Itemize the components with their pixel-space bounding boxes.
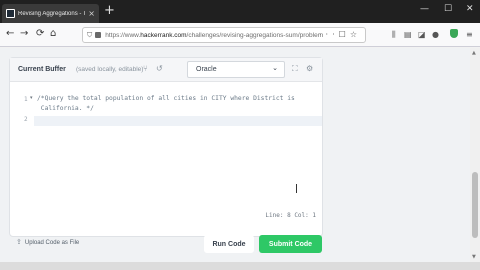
extension-shield-icon[interactable] — [450, 29, 458, 38]
settings-icon[interactable]: ⚙ — [306, 64, 313, 73]
account-icon[interactable]: ● — [432, 30, 439, 39]
cursor-position-status: Line: 8 Col: 1 — [265, 212, 316, 219]
back-icon[interactable]: ← — [6, 28, 14, 39]
line-gutter: 1 ▾ 2 — [10, 83, 33, 223]
line-number: 1 — [24, 96, 28, 103]
browser-tab-strip: Revising Aggregations - The S × + — ☐ ✕ — [0, 0, 480, 23]
fold-marker-icon[interactable]: ▾ — [30, 95, 33, 101]
page-content: Current Buffer (saved locally, editable)… — [0, 48, 470, 262]
branch-icon[interactable]: ⑂ — [143, 64, 148, 73]
new-tab-button[interactable]: + — [104, 3, 115, 18]
upload-icon: ⇪ — [16, 239, 22, 246]
code-line[interactable]: /*Query the total population of all citi… — [37, 95, 295, 102]
upload-code-link[interactable]: ⇪ Upload Code as File — [16, 238, 79, 246]
tracking-shield-icon[interactable]: ⛉ — [87, 31, 92, 40]
hackerrank-favicon-icon — [6, 9, 15, 18]
url-text[interactable]: https://www.hackerrank.com/challenges/re… — [105, 32, 325, 39]
language-select[interactable]: Oracle ⌄ — [187, 61, 285, 78]
window-close-icon[interactable]: ✕ — [466, 4, 474, 14]
submit-code-button[interactable]: Submit Code — [259, 235, 322, 253]
code-editor-panel: Current Buffer (saved locally, editable)… — [9, 57, 323, 237]
tab-close-icon[interactable]: × — [88, 9, 95, 18]
tab-title: Revising Aggregations - The S — [18, 10, 86, 17]
pocket-icon[interactable]: ◪ — [418, 30, 426, 39]
minimize-icon[interactable]: — — [420, 4, 429, 14]
lock-icon[interactable] — [95, 32, 102, 38]
forward-icon[interactable]: → — [20, 28, 28, 39]
fullscreen-icon[interactable]: ⛶ — [292, 64, 298, 74]
sidebar-icon[interactable]: ▤ — [404, 30, 412, 39]
code-area[interactable]: 1 ▾ 2 /*Query the total population of al… — [10, 83, 322, 223]
home-icon[interactable]: ⌂ — [50, 28, 56, 39]
page-actions-icons[interactable]: ···☐☆ — [319, 30, 361, 39]
chevron-down-icon: ⌄ — [272, 64, 278, 72]
history-icon[interactable]: ↺ — [156, 64, 163, 73]
scroll-down-icon[interactable]: ▼ — [472, 254, 476, 260]
active-line-highlight — [34, 116, 322, 126]
scrollbar-thumb[interactable] — [472, 172, 478, 238]
reload-icon[interactable]: ⟳ — [36, 28, 44, 39]
maximize-icon[interactable]: ☐ — [444, 4, 452, 14]
language-label: Oracle — [196, 66, 217, 73]
line-number: 2 — [24, 116, 28, 123]
scroll-up-icon[interactable]: ▲ — [472, 50, 476, 56]
library-icon[interactable]: ⫼ — [392, 30, 396, 40]
address-bar[interactable]: ⛉ https://www.hackerrank.com/challenges/… — [82, 27, 366, 43]
horizontal-scrollbar[interactable] — [0, 262, 480, 270]
browser-tab[interactable]: Revising Aggregations - The S × — [2, 4, 99, 23]
buffer-subtitle: (saved locally, editable) — [76, 66, 144, 73]
run-code-button[interactable]: Run Code — [204, 235, 254, 253]
menu-icon[interactable]: ≡ — [466, 30, 473, 39]
mouse-cursor — [296, 184, 298, 193]
editor-header: Current Buffer (saved locally, editable)… — [10, 58, 322, 82]
buffer-title: Current Buffer — [18, 66, 66, 73]
code-line[interactable]: California. */ — [37, 105, 94, 112]
upload-label: Upload Code as File — [24, 240, 80, 246]
navigation-bar: ← → ⟳ ⌂ ⛉ https://www.hackerrank.com/cha… — [0, 23, 480, 47]
